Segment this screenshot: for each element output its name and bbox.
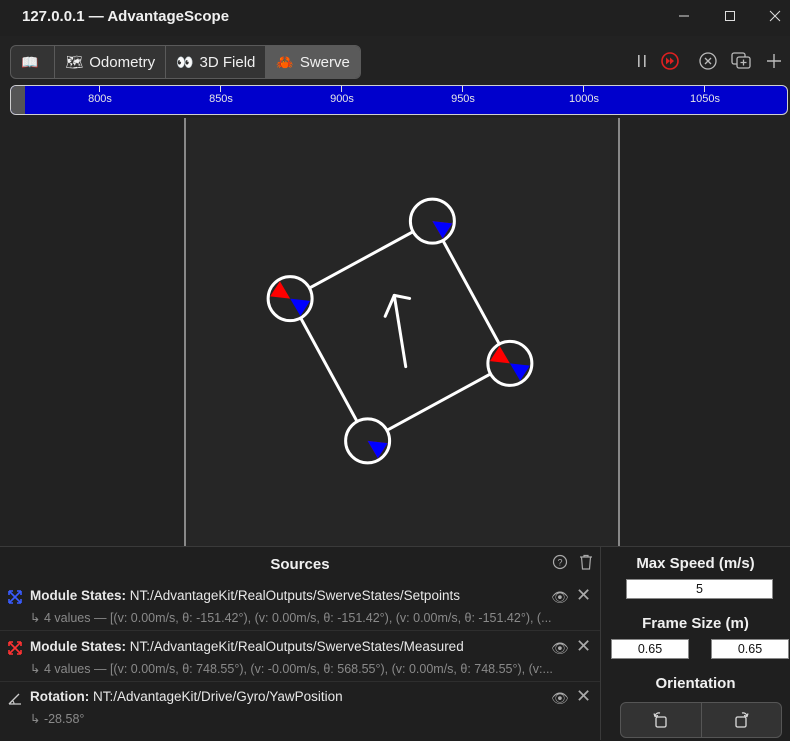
- rotate-right-button[interactable]: [700, 703, 782, 737]
- frame-width-input[interactable]: [611, 639, 689, 659]
- remove-source-icon[interactable]: ✕: [576, 636, 591, 657]
- eye-icon[interactable]: 👁: [551, 690, 569, 707]
- source-detail: ↳ 4 values — [(v: 0.00m/s, θ: 748.55°), …: [30, 662, 553, 676]
- source-label: Module States:: [30, 639, 127, 654]
- remove-source-icon[interactable]: ✕: [576, 585, 591, 606]
- source-row-rotation[interactable]: Rotation: NT:/AdvantageKit/Drive/Gyro/Ya…: [0, 681, 600, 731]
- max-speed-label: Max Speed (m/s): [636, 555, 755, 572]
- swerve-diagram: [266, 197, 534, 465]
- trash-icon: [580, 554, 592, 570]
- panel-divider: [600, 547, 601, 740]
- source-detail: ↳ 4 values — [(v: 0.00m/s, θ: -151.42°),…: [30, 611, 552, 625]
- svg-text:?: ?: [557, 558, 562, 568]
- eye-icon[interactable]: 👁: [551, 640, 569, 657]
- source-row-measured[interactable]: Module States: NT:/AdvantageKit/RealOutp…: [0, 631, 600, 682]
- source-label: Rotation:: [30, 689, 90, 704]
- module-states-icon: [8, 641, 22, 655]
- orientation-buttons: [620, 702, 782, 738]
- source-detail: ↳ -28.58°: [30, 712, 85, 726]
- orientation-label: Orientation: [655, 675, 736, 692]
- max-speed-input[interactable]: [626, 579, 773, 599]
- robot-heading-arrow: [392, 293, 408, 369]
- source-key: NT:/AdvantageKit/Drive/Gyro/YawPosition: [93, 689, 343, 704]
- frame-size-label: Frame Size (m): [642, 615, 749, 632]
- rotate-left-icon: [653, 712, 667, 728]
- help-icon: ?: [552, 554, 568, 570]
- rotate-right-icon: [735, 712, 749, 728]
- source-key: NT:/AdvantageKit/RealOutputs/SwerveState…: [129, 639, 464, 654]
- help-button[interactable]: ?: [552, 554, 568, 575]
- source-row-setpoints[interactable]: Module States: NT:/AdvantageKit/RealOutp…: [0, 580, 600, 631]
- source-label: Module States:: [30, 588, 127, 603]
- clear-sources-button[interactable]: [578, 553, 594, 576]
- robot: [266, 197, 534, 465]
- rotation-icon: [8, 693, 21, 705]
- rotate-left-button[interactable]: [621, 703, 701, 737]
- sources-title: Sources: [270, 556, 330, 573]
- eye-icon[interactable]: 👁: [551, 589, 569, 606]
- source-key: NT:/AdvantageKit/RealOutputs/SwerveState…: [129, 588, 460, 603]
- remove-source-icon[interactable]: ✕: [576, 686, 591, 707]
- swerve-module: [486, 339, 534, 387]
- frame-length-input[interactable]: [711, 639, 789, 659]
- module-states-icon: [8, 590, 22, 604]
